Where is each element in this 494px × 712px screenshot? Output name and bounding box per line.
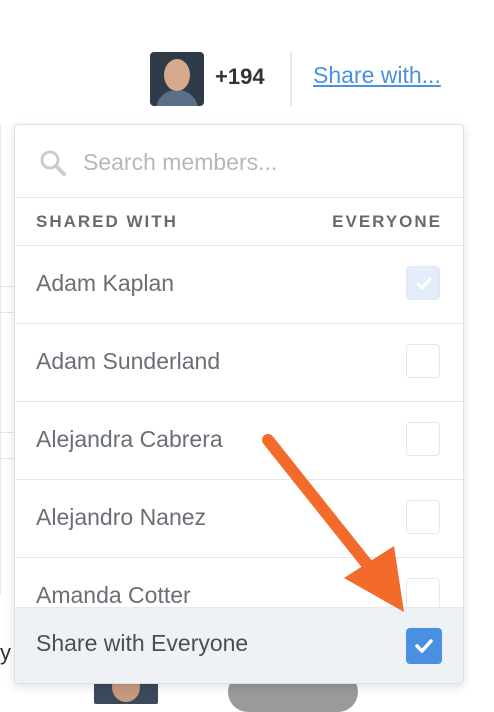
member-checkbox[interactable] [406,422,440,456]
background-divider [0,312,14,313]
member-checkbox[interactable] [406,344,440,378]
background-text: y [0,640,11,665]
background-divider [0,458,14,459]
member-row[interactable]: Alejandro Nanez [15,480,463,558]
member-row[interactable]: Adam Kaplan [15,246,463,324]
check-icon [416,277,432,290]
search-input[interactable] [81,143,445,181]
background-border [0,125,1,595]
background-divider [0,432,14,433]
member-count[interactable]: +194 [215,64,265,90]
header-divider [290,52,292,106]
share-with-everyone-label: Share with Everyone [36,630,249,656]
check-icon [415,639,433,653]
member-row[interactable]: Alejandra Cabrera [15,402,463,480]
member-checkbox[interactable] [406,266,440,300]
member-checkbox[interactable] [406,500,440,534]
member-list: Adam Kaplan Adam Sunderland Alejandra Ca… [15,246,463,636]
share-popup: SHARED WITH EVERYONE Adam Kaplan Adam Su… [14,124,464,684]
member-name: Amanda Cotter [36,582,191,608]
share-with-everyone-checkbox[interactable] [406,628,442,664]
member-name: Alejandra Cabrera [36,426,223,452]
everyone-header: EVERYONE [332,212,442,231]
avatar[interactable] [150,52,204,106]
member-name: Adam Sunderland [36,348,221,374]
member-row[interactable]: Adam Sunderland [15,324,463,402]
member-name: Adam Kaplan [36,270,175,296]
search-row [15,125,463,198]
member-name: Alejandro Nanez [36,504,207,530]
shared-with-header: SHARED WITH [36,212,178,231]
column-header: SHARED WITH EVERYONE [15,198,463,246]
share-with-everyone-row[interactable]: Share with Everyone [15,607,463,683]
search-icon [40,150,66,176]
background-divider [0,286,14,287]
share-with-link[interactable]: Share with... [313,62,441,89]
